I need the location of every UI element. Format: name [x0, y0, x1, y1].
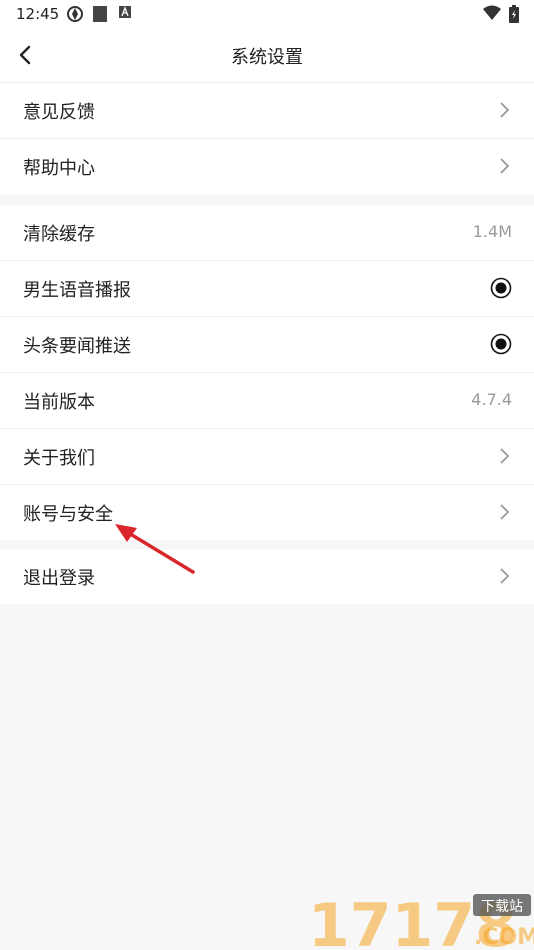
chevron-right-icon — [500, 158, 510, 174]
chevron-right-icon — [500, 568, 510, 584]
radio-selected-icon[interactable] — [490, 277, 512, 299]
page-title: 系统设置 — [231, 47, 303, 68]
watermark-suffix: .COM — [474, 925, 534, 950]
watermark-tag: 下载站 — [481, 899, 523, 915]
site-watermark-logo: 17178 下载站 .COM — [308, 891, 534, 950]
status-bar: 12:45 — [0, 0, 534, 28]
chevron-right-icon — [500, 448, 510, 464]
row-male-voice[interactable]: 男生语音播报 — [0, 261, 534, 317]
row-headline-push[interactable]: 头条要闻推送 — [0, 317, 534, 373]
chevron-right-icon — [500, 102, 510, 118]
battery-icon — [509, 5, 519, 23]
row-label: 清除缓存 — [23, 224, 95, 245]
row-account-security[interactable]: 账号与安全 — [0, 485, 534, 540]
row-label: 关于我们 — [23, 448, 95, 469]
row-label: 男生语音播报 — [23, 280, 131, 301]
row-current-version: 当前版本 4.7.4 — [0, 373, 534, 429]
status-time: 12:45 — [16, 5, 60, 23]
version-value: 4.7.4 — [471, 390, 512, 409]
settings-group-feedback: 意见反馈 帮助中心 — [0, 83, 534, 194]
row-label: 意见反馈 — [23, 102, 95, 123]
sync-icon — [67, 6, 83, 22]
row-help-center[interactable]: 帮助中心 — [0, 139, 534, 194]
row-feedback[interactable]: 意见反馈 — [0, 83, 534, 139]
a-icon — [119, 6, 131, 18]
wifi-icon — [483, 5, 501, 20]
row-label: 账号与安全 — [23, 504, 113, 525]
annotation-arrow-icon — [115, 524, 195, 574]
chevron-right-icon — [500, 504, 510, 520]
settings-group-logout: 退出登录 — [0, 549, 534, 604]
row-logout[interactable]: 退出登录 — [0, 549, 534, 604]
settings-group-general: 清除缓存 1.4M 男生语音播报 头条要闻推送 当前版本 4.7.4 关于我们 … — [0, 205, 534, 540]
cache-size-value: 1.4M — [472, 222, 512, 241]
radio-selected-icon[interactable] — [490, 333, 512, 355]
row-clear-cache[interactable]: 清除缓存 1.4M — [0, 205, 534, 261]
row-label: 当前版本 — [23, 392, 95, 413]
row-label: 退出登录 — [23, 568, 95, 589]
top-navbar: 系统设置 — [0, 28, 534, 83]
row-about-us[interactable]: 关于我们 — [0, 429, 534, 485]
row-label: 头条要闻推送 — [23, 336, 131, 357]
square-icon — [93, 6, 107, 22]
row-label: 帮助中心 — [23, 158, 95, 179]
